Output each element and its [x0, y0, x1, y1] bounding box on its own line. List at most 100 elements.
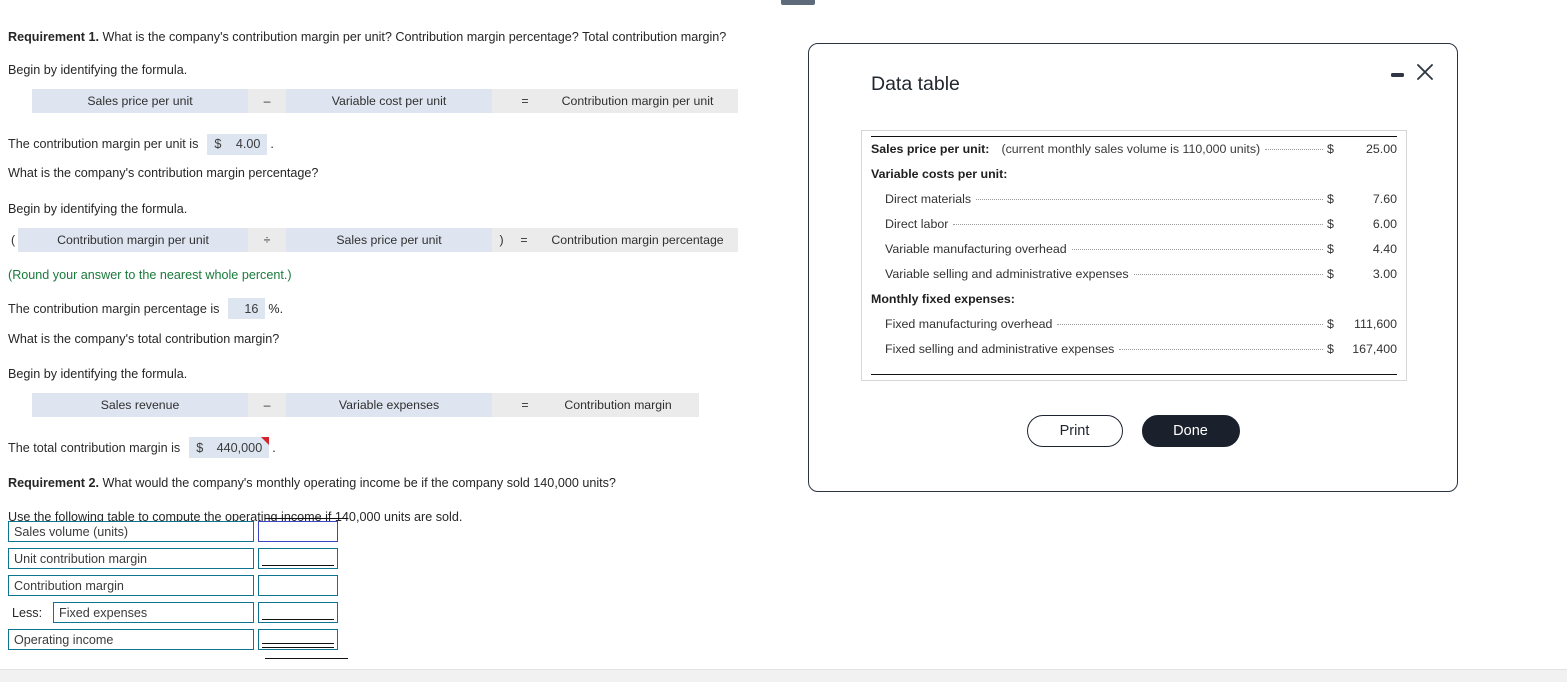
answer-3-currency: $	[196, 440, 204, 455]
data-table-bottom-rule	[871, 374, 1397, 375]
data-amount: 3.00	[1372, 267, 1397, 281]
data-currency: $	[1327, 217, 1334, 231]
begin-formula-1: Begin by identifying the formula.	[8, 63, 188, 78]
data-row-variable-selling-admin: Variable selling and administrative expe…	[871, 267, 1397, 292]
schedule-row-3: Contribution margin	[8, 572, 348, 599]
formula3-term1[interactable]: Sales revenue	[32, 392, 248, 417]
formula3-op1: –	[248, 392, 286, 417]
data-label: Sales price per unit:	[871, 142, 990, 156]
begin-formula-3: Begin by identifying the formula.	[8, 366, 188, 381]
data-amount: 7.60	[1372, 192, 1397, 206]
answer-1-currency: $	[214, 137, 222, 152]
formula1-result[interactable]: Contribution margin per unit	[537, 89, 738, 114]
formula-bar-1: Sales price per unit – Variable cost per…	[8, 89, 798, 114]
dialog-title: Data table	[871, 73, 960, 95]
schedule-label-3[interactable]: Contribution margin	[8, 575, 254, 596]
scroll-nub[interactable]	[781, 0, 815, 5]
data-currency: $	[1327, 342, 1334, 356]
schedule-top-rule	[265, 518, 348, 519]
formula3-term2[interactable]: Variable expenses	[286, 392, 492, 417]
data-amount: 25.00	[1365, 142, 1397, 156]
data-table-dialog: Data table Sales price per unit: (curren…	[808, 43, 1458, 492]
single-underline	[262, 619, 334, 620]
close-icon[interactable]	[1413, 60, 1437, 84]
round-note: (Round your answer to the nearest whole …	[8, 268, 292, 283]
schedule-value-4[interactable]	[258, 602, 338, 623]
data-row-direct-materials: Direct materials $ 7.60	[871, 192, 1397, 217]
schedule-value-3[interactable]	[258, 575, 338, 596]
requirement-2-heading: Requirement 2. What would the company's …	[8, 476, 798, 491]
formula2-term1[interactable]: Contribution margin per unit	[18, 228, 248, 253]
leader-dots	[976, 199, 1323, 200]
formula1-term2[interactable]: Variable cost per unit	[286, 89, 492, 114]
data-row-fixed-selling-admin: Fixed selling and administrative expense…	[871, 342, 1397, 367]
data-currency: $	[1327, 242, 1334, 256]
formula3-result[interactable]: Contribution margin	[537, 392, 699, 417]
formula2-open: (	[10, 233, 16, 248]
formula2-result[interactable]: Contribution margin percentage	[537, 228, 738, 253]
formula2-term2[interactable]: Sales price per unit	[286, 228, 492, 253]
answer-row-3: The total contribution margin is $ 440,0…	[8, 434, 798, 462]
single-underline	[262, 565, 334, 566]
formula2-op2: =	[511, 228, 537, 253]
schedule-label-1[interactable]: Sales volume (units)	[8, 521, 254, 542]
formula2-close: )	[492, 228, 511, 253]
schedule-value-5[interactable]	[258, 629, 338, 650]
contribution-margin-per-unit-input[interactable]: $ 4.00	[207, 133, 268, 155]
less-label: Less:	[12, 605, 43, 620]
schedule-value-1[interactable]	[258, 521, 338, 542]
minimize-icon[interactable]	[1390, 66, 1405, 81]
formula3-op2: =	[513, 392, 537, 417]
data-row-monthly-fixed-header: Monthly fixed expenses:	[871, 292, 1397, 317]
answer-2-prefix: The contribution margin percentage is	[8, 301, 220, 316]
leader-dots	[1265, 149, 1323, 150]
data-note: (current monthly sales volume is 110,000…	[1001, 142, 1261, 156]
formula2-op1: ÷	[248, 228, 286, 253]
formula3-close	[492, 392, 513, 417]
operating-income-schedule: Sales volume (units) Unit contribution m…	[8, 518, 348, 659]
bottom-strip	[0, 669, 1567, 682]
schedule-label-2[interactable]: Unit contribution margin	[8, 548, 254, 569]
requirement-2-label: Requirement 2.	[8, 475, 99, 490]
data-label: Fixed selling and administrative expense…	[885, 342, 1115, 356]
schedule-row-4: Less: Fixed expenses	[8, 599, 348, 626]
answer-row-2: The contribution margin percentage is 16…	[8, 295, 798, 323]
contribution-margin-percentage-input[interactable]: 16	[228, 298, 266, 320]
data-currency: $	[1327, 267, 1334, 281]
data-label: Monthly fixed expenses:	[871, 292, 1015, 306]
print-button[interactable]: Print	[1026, 415, 1123, 447]
data-label: Direct materials	[885, 192, 972, 206]
leader-dots	[953, 224, 1323, 225]
answer-row-1: The contribution margin per unit is $ 4.…	[8, 130, 798, 158]
schedule-label-5[interactable]: Operating income	[8, 629, 254, 650]
answer-2-value: 16	[244, 301, 259, 316]
total-contribution-margin-input[interactable]: $ 440,000	[189, 437, 270, 459]
answer-1-prefix: The contribution margin per unit is	[8, 137, 199, 152]
formula1-op1: –	[248, 89, 286, 114]
requirement-1-heading: Requirement 1. What is the company's con…	[8, 30, 798, 45]
leader-dots	[1119, 349, 1323, 350]
answer-3-suffix: .	[272, 440, 276, 455]
data-amount: 111,600	[1354, 317, 1397, 331]
double-underline-top	[262, 643, 334, 644]
data-row-sales-price: Sales price per unit: (current monthly s…	[871, 142, 1397, 167]
data-amount: 4.40	[1372, 242, 1397, 256]
requirement-1-label: Requirement 1.	[8, 30, 99, 44]
leader-dots	[1057, 324, 1323, 325]
answer-3-prefix: The total contribution margin is	[8, 440, 181, 455]
schedule-row-5: Operating income	[8, 626, 348, 653]
schedule-row-1: Sales volume (units)	[8, 518, 348, 545]
done-button[interactable]: Done	[1141, 415, 1240, 447]
data-label: Variable selling and administrative expe…	[885, 267, 1129, 281]
formula1-open	[8, 89, 32, 113]
schedule-row-2: Unit contribution margin	[8, 545, 348, 572]
formula1-term1[interactable]: Sales price per unit	[32, 89, 248, 114]
schedule-value-2[interactable]	[258, 548, 338, 569]
data-label: Variable costs per unit:	[871, 167, 1008, 181]
double-underline-bottom	[262, 647, 334, 648]
data-row-variable-manufacturing-overhead: Variable manufacturing overhead $ 4.40	[871, 242, 1397, 267]
data-row-fixed-manufacturing-overhead: Fixed manufacturing overhead $ 111,600	[871, 317, 1397, 342]
schedule-label-4[interactable]: Fixed expenses	[53, 602, 254, 623]
dialog-buttons: Print Done	[809, 415, 1457, 447]
requirement-2-question: What would the company's monthly operati…	[102, 475, 616, 490]
